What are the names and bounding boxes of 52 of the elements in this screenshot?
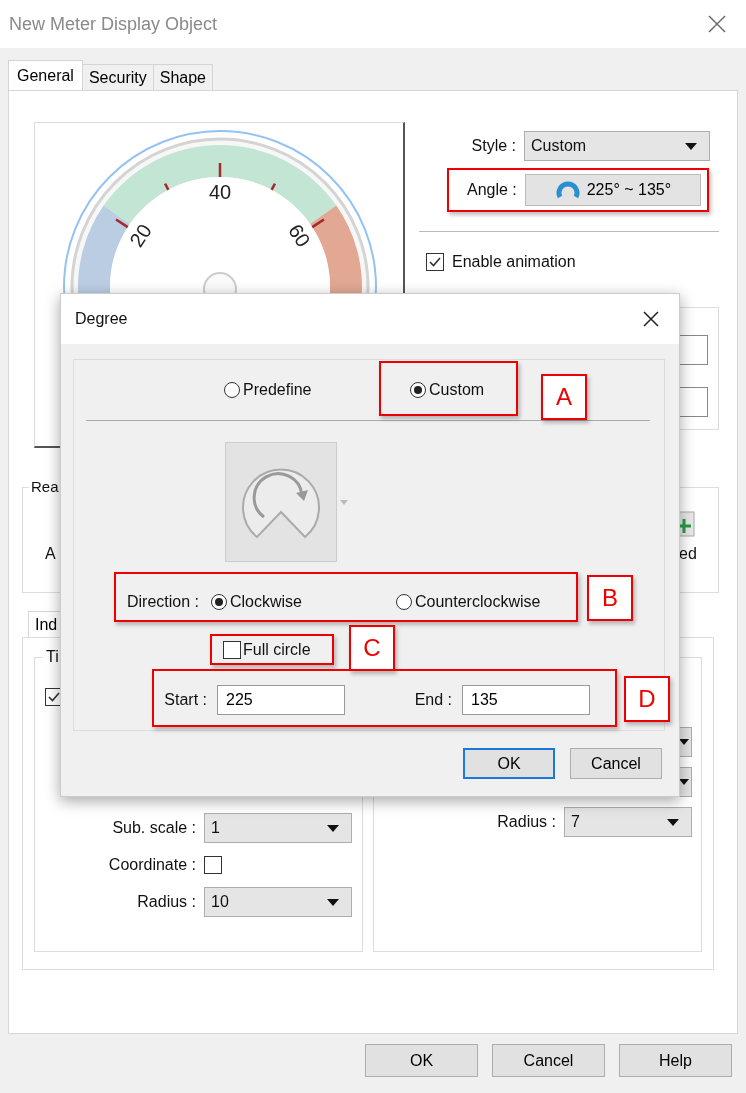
start-field[interactable]: 225 [217,685,345,715]
dialog-button[interactable]: OK [365,1044,478,1077]
callout-label: C [349,625,395,671]
field-label: A [45,545,56,563]
radio-label: Clockwise [230,593,302,611]
dialog-button[interactable]: Cancel [492,1044,605,1077]
dropdown-arrow-icon [327,824,339,832]
field-label: Sub. scale : [111,819,197,837]
dropdown[interactable]: 1 [204,813,352,843]
dialog-button[interactable]: OK [463,748,555,779]
dropdown-arrow-icon [667,818,679,826]
callout-label: A [541,374,587,420]
button-label: ed [679,545,697,563]
checkbox-label: Full circle [243,641,311,659]
caret-icon [340,500,348,505]
field-label: Angle : [467,181,517,199]
dialog-title: Degree [75,310,128,328]
radio-button[interactable] [211,594,227,610]
radio-button[interactable] [224,382,240,398]
dialog-button[interactable]: Cancel [570,748,662,779]
field-label: Radius : [136,893,197,911]
field-label: Direction : [125,593,200,611]
checkbox[interactable] [204,856,222,874]
field-label: Start : [163,691,208,709]
radio-button[interactable] [396,594,412,610]
angle-button[interactable]: 225° ~ 135° [524,174,701,206]
checkbox[interactable] [223,641,241,659]
radio-button[interactable] [410,382,426,398]
callout-label: B [587,575,633,621]
close-icon[interactable] [643,311,659,327]
dialog-button[interactable]: Help [619,1044,732,1077]
end-field[interactable]: 135 [462,685,590,715]
dropdown-arrow-icon [679,779,689,785]
dropdown-arrow-icon [679,739,689,745]
window-title: New Meter Display Object [9,13,218,35]
field-label: Radius : [497,813,557,831]
dropdown-arrow-icon [327,898,339,906]
tab[interactable]: General [8,60,83,90]
radio-label: Counterclockwise [415,593,541,611]
tab[interactable]: Shape [152,64,213,90]
checkbox[interactable] [426,253,444,271]
field-label: Coordinate : [107,856,197,874]
dropdown[interactable]: 10 [204,887,352,917]
dropdown[interactable]: 7 [564,807,692,837]
radio-label: Custom [429,381,485,399]
dropdown-arrow-icon [685,142,697,150]
field-label: End : [413,691,453,709]
field-label: Style : [471,137,516,155]
checkbox-label: Enable animation [452,253,576,271]
style-dropdown[interactable]: Custom [524,131,710,161]
callout-label: D [624,676,670,722]
radio-label: Predefine [243,381,312,399]
